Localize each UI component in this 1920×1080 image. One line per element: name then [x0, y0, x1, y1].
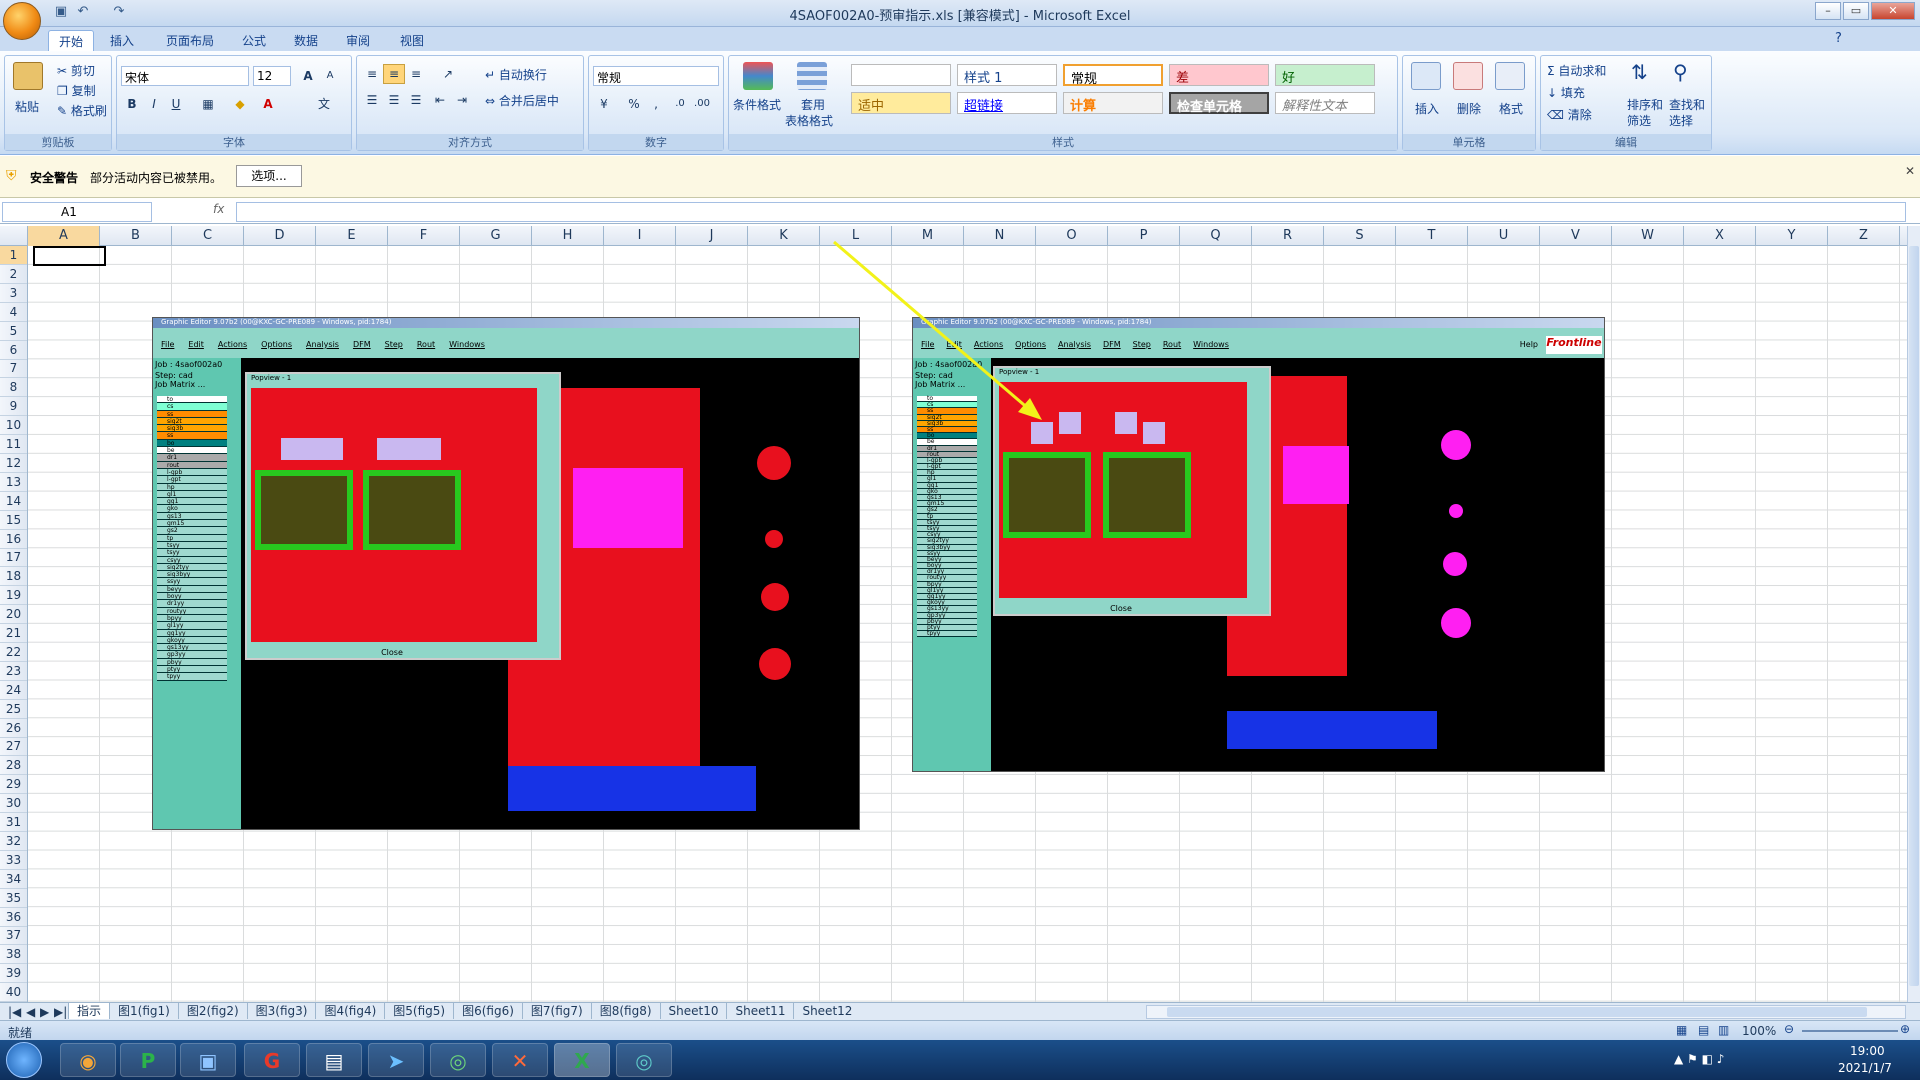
status-ready: 就绪 — [8, 1026, 33, 1040]
sheet-tab[interactable]: 图7(fig7) — [521, 1003, 591, 1019]
zoom-out-icon[interactable]: ⊖ — [1784, 1022, 1794, 1036]
zoom-level[interactable]: 100% — [1742, 1024, 1776, 1038]
sheet-tab[interactable]: Sheet11 — [726, 1003, 793, 1019]
page-layout-view-icon[interactable]: ▤ — [1698, 1023, 1709, 1037]
app-icon-notepad[interactable]: ▤ — [306, 1043, 362, 1077]
sheet-tab[interactable]: Sheet12 — [793, 1003, 860, 1019]
horizontal-scroll-thumb[interactable] — [1167, 1007, 1867, 1017]
tray-icons[interactable]: ▲ ⚑ ◧ ♪ — [1674, 1052, 1724, 1066]
sheet-tab[interactable]: 图6(fig6) — [453, 1003, 522, 1019]
annotation-arrow — [833, 240, 1042, 420]
sheet-tab[interactable]: 图4(fig4) — [315, 1003, 384, 1019]
sheet-tab[interactable]: 图3(fig3) — [246, 1003, 316, 1019]
app-icon-bird[interactable]: ➤ — [368, 1043, 424, 1077]
sheet-tab[interactable]: Sheet10 — [659, 1003, 727, 1019]
app-icon-genesis[interactable]: ◎ — [616, 1043, 672, 1077]
app-icon-x[interactable]: ✕ — [492, 1043, 548, 1077]
app-icon-shell[interactable]: ◉ — [60, 1043, 116, 1077]
clock-time: 19:00 — [1850, 1044, 1885, 1058]
office-button[interactable] — [3, 2, 41, 40]
sheet-tab[interactable]: 图1(fig1) — [109, 1003, 178, 1019]
status-bar: 就绪 ▦ ▤ ▥ 100% ⊖ ⊕ — [0, 1020, 1920, 1040]
app-icon-save[interactable]: ▣ — [180, 1043, 236, 1077]
sheet-tab[interactable]: 图2(fig2) — [177, 1003, 247, 1019]
taskbar: ◉ P ▣ G ▤ ➤ ◎ ✕ X ◎ ▲ ⚑ ◧ ♪ 19:00 2021/1… — [0, 1040, 1920, 1080]
clock-date: 2021/1/7 — [1838, 1061, 1892, 1075]
start-button[interactable] — [6, 1042, 42, 1078]
sheet-tab[interactable]: 图5(fig5) — [384, 1003, 453, 1019]
sheet-tab[interactable]: 指示 — [68, 1003, 110, 1019]
normal-view-icon[interactable]: ▦ — [1676, 1023, 1687, 1037]
app-icon-g[interactable]: G — [244, 1043, 300, 1077]
sheet-tab[interactable]: 图8(fig8) — [590, 1003, 660, 1019]
vertical-scrollbar[interactable] — [1907, 226, 1920, 1002]
app-icon-p[interactable]: P — [120, 1043, 176, 1077]
app-icon-eye[interactable]: ◎ — [430, 1043, 486, 1077]
sheet-tabs: |◀ ◀ ▶ ▶| 指示 图1(fig1) 图2(fig2) 图3(fig3) 图4(f… — [0, 1002, 1920, 1020]
zoom-slider[interactable] — [1802, 1030, 1898, 1032]
page-break-view-icon[interactable]: ▥ — [1718, 1023, 1729, 1037]
arrow-line — [833, 240, 1031, 412]
app-icon-excel[interactable]: X — [554, 1043, 610, 1077]
vertical-scroll-thumb[interactable] — [1909, 246, 1919, 986]
horizontal-scrollbar[interactable] — [1146, 1005, 1906, 1019]
zoom-in-icon[interactable]: ⊕ — [1900, 1022, 1910, 1036]
